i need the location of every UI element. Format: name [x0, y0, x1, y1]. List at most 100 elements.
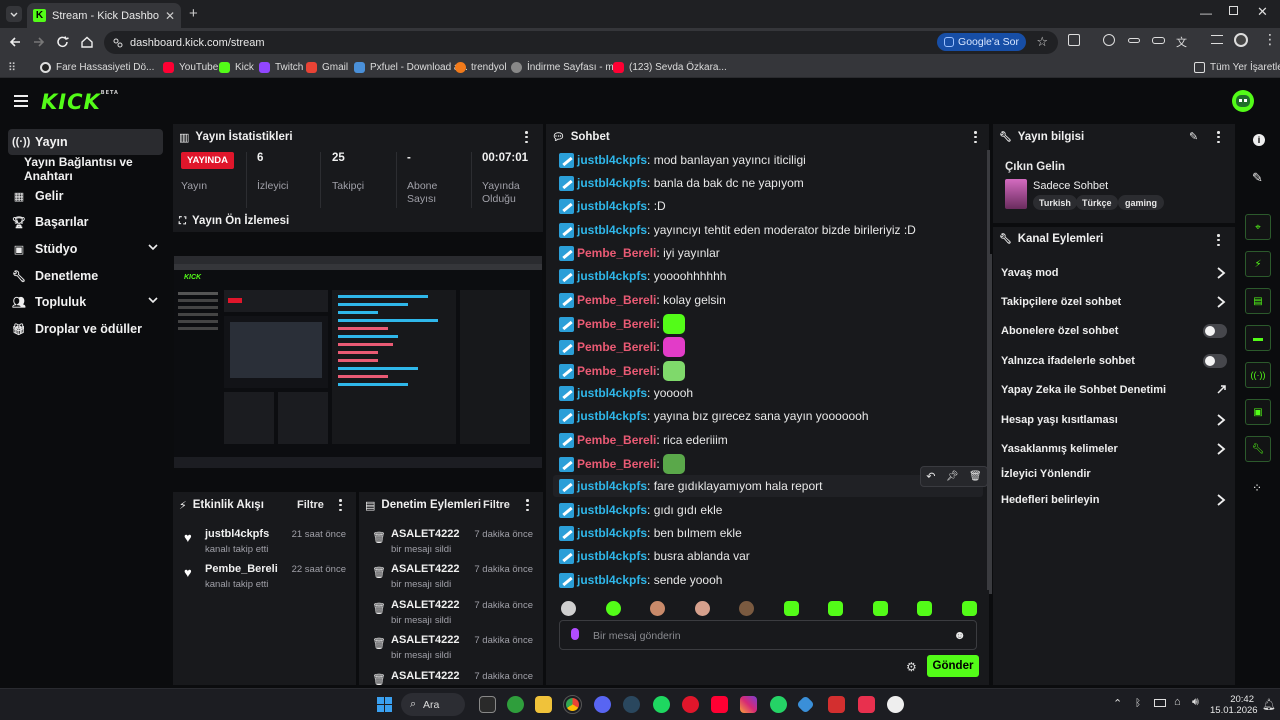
xbox-icon[interactable] [507, 696, 524, 713]
site-info-icon[interactable] [112, 37, 124, 49]
taskbar-search[interactable]: ⌕ Ara [401, 693, 465, 716]
layout-tool-button[interactable]: ▣ [1245, 399, 1271, 425]
add-widget-icon[interactable]: ⁘ [1252, 481, 1262, 495]
stream-preview[interactable]: KICK [174, 256, 542, 468]
media-icon[interactable] [1211, 35, 1223, 44]
chevron-down-icon[interactable] [147, 294, 159, 306]
chat-message[interactable]: Pembe_Bereli: kolay gelsin [559, 290, 726, 310]
browser-tab[interactable]: K Stream - Kick Dashboard ✕ [27, 3, 181, 28]
media-player-icon[interactable] [682, 696, 699, 713]
more-icon[interactable] [526, 499, 529, 511]
chat-message[interactable]: Pembe_Bereli: [559, 313, 685, 335]
chat-tool-button[interactable]: ▬ [1245, 325, 1271, 351]
maximize-icon[interactable] [1229, 6, 1238, 15]
home-icon[interactable] [80, 35, 94, 49]
profile-avatar[interactable] [1234, 33, 1248, 47]
channel-row-slow-mode[interactable]: Yavaş mod [1001, 264, 1227, 282]
chat-message[interactable]: justbl4ckpfs: yayıncıyı tehtit eden mode… [559, 220, 916, 240]
minimize-icon[interactable]: — [1200, 6, 1212, 20]
folder-icon[interactable] [535, 696, 552, 713]
link-icon[interactable] [1128, 38, 1140, 43]
chat-message[interactable]: justbl4ckpfs: ben bılmem ekle [559, 523, 742, 543]
tray-chevron-icon[interactable]: ⌃ [1113, 697, 1122, 710]
history-icon[interactable] [1103, 34, 1115, 46]
emote-icon[interactable] [962, 601, 977, 616]
channel-row-subscribers-only[interactable]: Abonelere özel sohbet [1001, 322, 1227, 340]
emoji-icon[interactable]: ☻ [953, 628, 966, 642]
chat-message[interactable]: justbl4ckpfs: banla da bak dc ne yapıyom [559, 173, 804, 193]
youtube-icon[interactable] [711, 696, 728, 713]
chat-username[interactable]: justbl4ckpfs [577, 153, 647, 167]
chat-username[interactable]: Pembe_Bereli [577, 293, 656, 307]
forward-icon[interactable] [32, 35, 46, 49]
emote-icon[interactable] [561, 601, 576, 616]
emote-icon[interactable] [917, 601, 932, 616]
channel-scrollbar[interactable] [989, 254, 992, 594]
sidebar-item-studio[interactable]: ▣ Stüdyo [8, 236, 163, 262]
tag-pill[interactable]: Türkçe [1076, 195, 1118, 210]
google-ask-button[interactable]: Google'a Sor [937, 33, 1026, 51]
window-close-icon[interactable]: ✕ [1257, 4, 1268, 20]
bookmark-item[interactable]: (123) Sevda Özkara... [613, 60, 727, 74]
chat-message[interactable]: justbl4ckpfs: yooooh [559, 383, 693, 403]
bookmark-item[interactable]: Pxfuel - Download a... [354, 60, 468, 74]
activity-filter-button[interactable]: Filtre [297, 499, 324, 511]
chat-message[interactable]: Pembe_Bereli: [559, 360, 685, 382]
chat-message[interactable]: Pembe_Bereli: iyi yayınlar [559, 243, 720, 263]
channel-row-raid[interactable]: İzleyici Yönlendir [1001, 465, 1227, 483]
notification-bell-icon[interactable]: 🔔︎ [1262, 698, 1276, 711]
emotes-only-toggle[interactable] [1203, 354, 1227, 368]
sidebar-item-income[interactable]: ▦ Gelir [8, 183, 163, 209]
obs-icon[interactable] [887, 696, 904, 713]
activity-tool-button[interactable]: ⚡︎ [1245, 251, 1271, 277]
sidebar-item-drops[interactable]: 🎁︎ Droplar ve ödüller [8, 316, 163, 342]
info-icon[interactable]: i [1253, 134, 1265, 146]
channel-row-followers-only[interactable]: Takipçilere özel sohbet [1001, 293, 1227, 311]
chat-message[interactable]: justbl4ckpfs: fare gıdıklayamıyom hala r… [559, 476, 822, 496]
translate-icon[interactable]: 文 [1176, 34, 1187, 50]
chat-username[interactable]: Pembe_Bereli [577, 317, 656, 331]
bookmark-item[interactable]: trendyol [455, 60, 507, 74]
more-icon[interactable] [1217, 131, 1220, 143]
microphone-icon[interactable] [571, 628, 579, 640]
discord-icon[interactable] [594, 696, 611, 713]
chat-username[interactable]: justbl4ckpfs [577, 386, 647, 400]
channel-row-emotes-only[interactable]: Yalnızca ifadelerle sohbet [1001, 352, 1227, 370]
channel-row-goals[interactable]: Hedefleri belirleyin [1001, 491, 1227, 509]
chat-username[interactable]: Pembe_Bereli [577, 364, 656, 378]
chat-username[interactable]: justbl4ckpfs [577, 269, 647, 283]
sidebar-item-stream-key[interactable]: Yayın Bağlantısı ve Anahtarı [20, 155, 170, 183]
undo-icon[interactable]: ↶ [926, 470, 935, 483]
chat-username[interactable]: Pembe_Bereli [577, 340, 656, 354]
new-tab-icon[interactable]: + [189, 5, 198, 22]
chat-message[interactable]: justbl4ckpfs: busra ablanda var [559, 546, 750, 566]
password-icon[interactable] [1152, 37, 1165, 44]
bluetooth-icon[interactable]: ᛒ [1135, 698, 1141, 709]
edit-pencil-icon[interactable]: ✎ [1252, 170, 1263, 186]
recorder-icon[interactable] [828, 696, 845, 713]
volume-icon[interactable]: 🔊︎ [1192, 696, 1199, 709]
tab-search-button[interactable] [6, 6, 22, 22]
edit-pencil-icon[interactable]: ✎ [1189, 130, 1198, 143]
hamburger-menu-icon[interactable] [14, 95, 28, 107]
broadcast-tool-button[interactable]: ((·)) [1245, 362, 1271, 388]
chat-input[interactable]: Bir mesaj gönderin ☻ [559, 620, 977, 650]
log-tool-button[interactable]: ▤ [1245, 288, 1271, 314]
chat-username[interactable]: Pembe_Bereli [577, 457, 656, 471]
reload-icon[interactable] [56, 35, 70, 49]
emote-icon[interactable] [828, 601, 843, 616]
bookmark-item[interactable]: Twitch [259, 60, 303, 74]
channel-row-ai-moderation[interactable]: Yapay Zeka ile Sohbet Denetimi [1001, 381, 1227, 399]
preview-tool-button[interactable]: ⌖ [1245, 214, 1271, 240]
pocket-icon[interactable] [858, 696, 875, 713]
url-field[interactable]: dashboard.kick.com/stream Google'a Sor ☆ [104, 31, 1058, 54]
category-name[interactable]: Sadece Sohbet [1033, 180, 1108, 192]
bookmark-item[interactable]: Kick [219, 60, 254, 74]
sidebar-item-community[interactable]: 👥︎ Topluluk [8, 289, 163, 315]
trash-icon[interactable]: 🗑︎ [969, 471, 982, 482]
chat-message[interactable]: Pembe_Bereli: rica ederiiim [559, 430, 728, 450]
chat-username[interactable]: justbl4ckpfs [577, 526, 647, 540]
chat-username[interactable]: justbl4ckpfs [577, 199, 647, 213]
chat-username[interactable]: justbl4ckpfs [577, 573, 647, 587]
chat-message[interactable]: justbl4ckpfs: gıdı gıdı ekle [559, 500, 722, 520]
